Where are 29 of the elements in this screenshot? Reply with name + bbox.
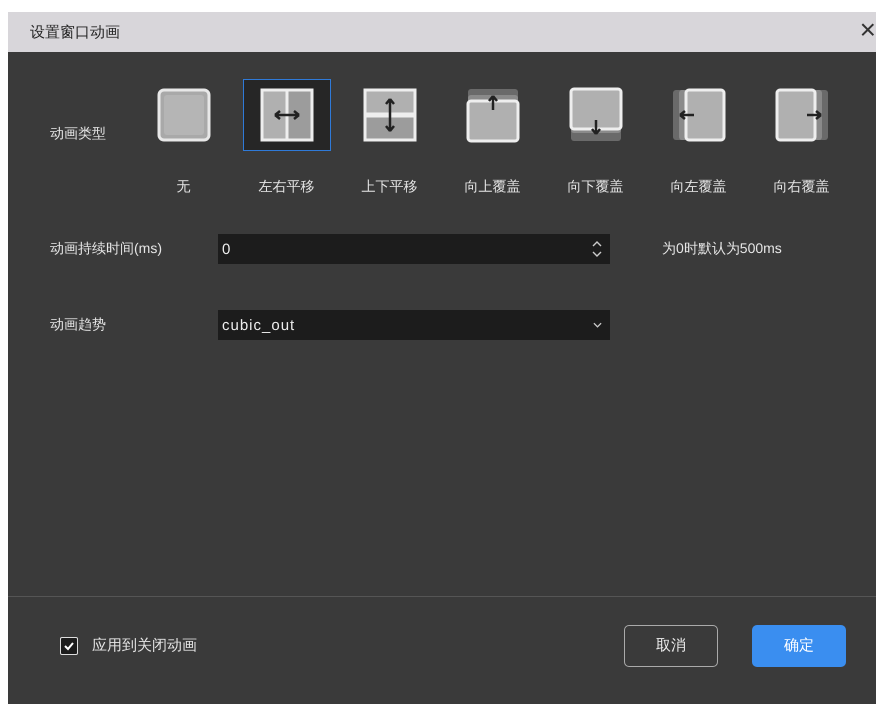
- option-label: 向右覆盖: [774, 178, 830, 196]
- checkmark-icon: [63, 640, 75, 652]
- field-label: 动画持续时间(ms): [50, 240, 163, 258]
- horizontal-slide-icon: [258, 87, 314, 143]
- chevron-down-icon: [593, 322, 602, 328]
- number-field[interactable]: 0: [218, 234, 610, 264]
- easing-dropdown[interactable]: cubic_out: [218, 310, 610, 340]
- option-label: 向下覆盖: [568, 178, 624, 196]
- window-title: 设置窗口动画: [30, 22, 120, 42]
- vertical-slide-icon: [362, 87, 418, 143]
- close-button[interactable]: ×: [860, 16, 876, 48]
- cancel-button[interactable]: 取消: [624, 624, 718, 666]
- cover-down-icon: [568, 87, 624, 143]
- option-label: 上下平移: [362, 178, 418, 196]
- cover-right-icon: [774, 87, 830, 143]
- option-label: 向上覆盖: [464, 178, 520, 196]
- blank-panel-icon: [156, 87, 212, 143]
- cover-up-icon: [464, 87, 520, 143]
- field-label: 动画趋势: [50, 316, 107, 334]
- cover-left-icon: [670, 87, 726, 143]
- animation-option[interactable]: [242, 79, 330, 151]
- checkbox[interactable]: [60, 636, 78, 654]
- option-label: 向左覆盖: [670, 178, 726, 196]
- checkbox-label: 应用到关闭动画: [92, 636, 197, 655]
- field-label: 动画类型: [50, 125, 107, 143]
- hint-text: 为0时默认为500ms: [662, 240, 782, 258]
- option-label: 左右平移: [258, 178, 314, 196]
- option-label: 无: [176, 178, 190, 196]
- spinner-arrows-icon: [592, 239, 602, 259]
